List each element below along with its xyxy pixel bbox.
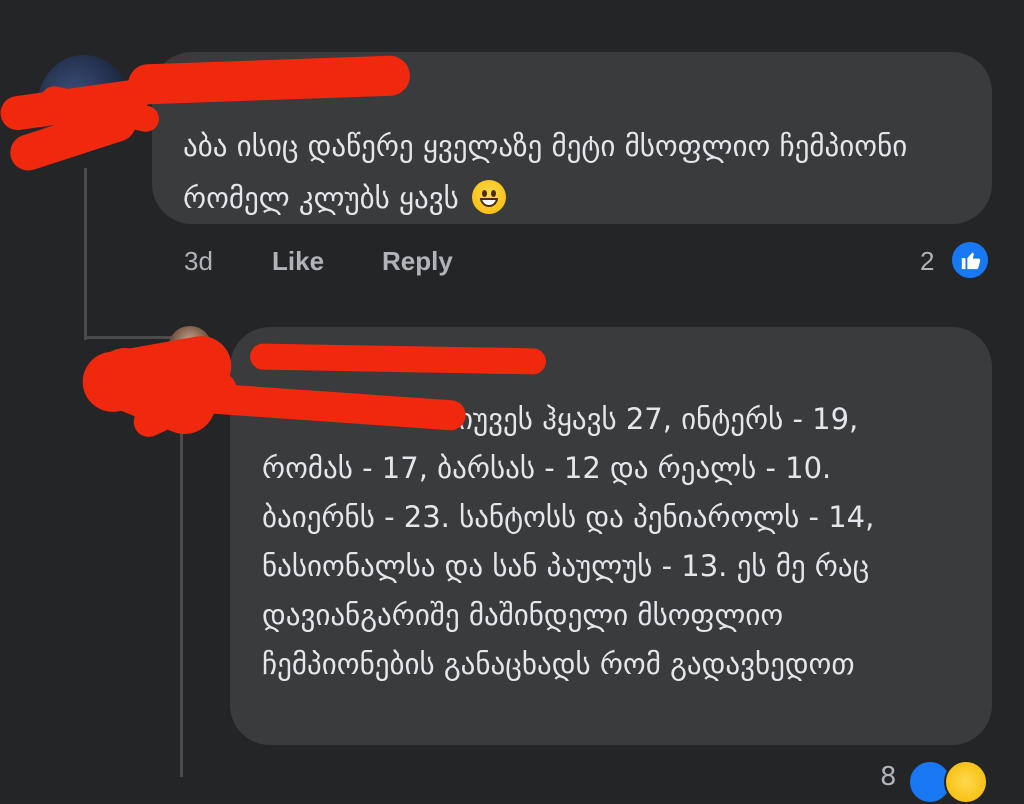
comment-text: აბა ისიც დაწერე ყველაზე მეტი მსოფლიო ჩემ…	[183, 129, 908, 215]
redaction-mark	[249, 343, 547, 375]
like-reaction-icon[interactable]	[950, 240, 990, 280]
like-button[interactable]: Like	[272, 246, 324, 277]
haha-reaction-icon[interactable]	[944, 760, 988, 804]
reaction-count[interactable]: 8	[880, 762, 897, 792]
thread-connector	[84, 168, 87, 340]
comment-timestamp[interactable]: 3d	[184, 246, 213, 277]
thread-connector-branch	[84, 336, 174, 339]
reply-thread-connector	[180, 410, 183, 777]
reply-text: იუვეს ჰყავს 27, ინტერს - 19, რომას - 17,…	[262, 402, 875, 681]
grinning-face-icon	[472, 180, 507, 214]
reaction-count[interactable]: 2	[920, 246, 934, 277]
reply-button[interactable]: Reply	[382, 246, 453, 277]
